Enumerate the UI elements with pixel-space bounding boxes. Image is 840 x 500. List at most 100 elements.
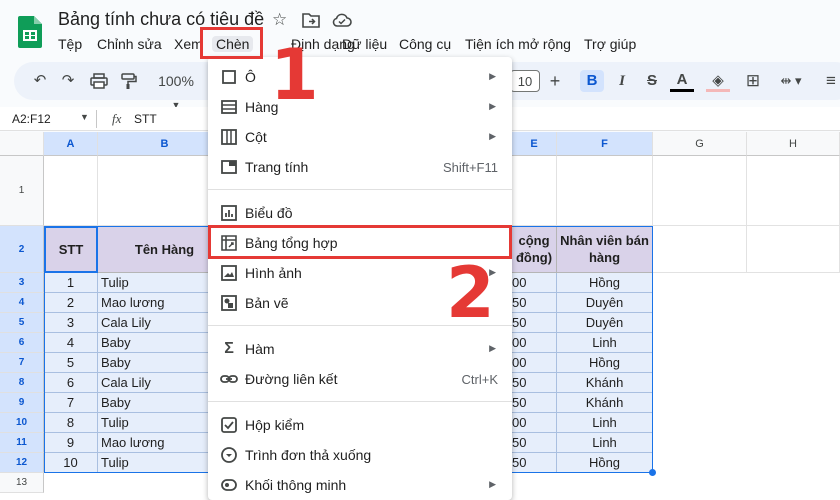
cell-nhan-vien[interactable]: Khánh <box>557 373 653 393</box>
font-size-increase-icon[interactable]: + <box>546 70 564 92</box>
menu-cong-cu[interactable]: Công cụ <box>399 36 451 52</box>
cell-a1[interactable] <box>44 156 98 226</box>
menu-item-trang-tinh[interactable]: Trang tính Shift+F11 <box>208 152 512 182</box>
header-tong-cong[interactable]: cộng đồng) <box>512 226 557 273</box>
cell-tong-cong[interactable]: 50 <box>512 293 557 313</box>
menu-item-duong-lien-ket[interactable]: Đường liên kết Ctrl+K <box>208 364 512 394</box>
cell-tong-cong[interactable]: 00 <box>512 353 557 373</box>
row-header-13[interactable]: 13 <box>0 473 44 493</box>
cell-g2[interactable] <box>653 226 747 273</box>
cell-tong-cong[interactable]: 50 <box>512 393 557 413</box>
row-header-10[interactable]: 10 <box>0 413 44 433</box>
column-header-e[interactable]: E <box>512 132 557 156</box>
cell-nhan-vien[interactable]: Hồng <box>557 453 653 473</box>
cell-tong-cong[interactable]: 00 <box>512 413 557 433</box>
cell-f1[interactable] <box>557 156 653 226</box>
cell-stt[interactable]: 9 <box>44 433 98 453</box>
row-header-4[interactable]: 4 <box>0 293 44 313</box>
cell-stt[interactable]: 8 <box>44 413 98 433</box>
star-icon[interactable]: ☆ <box>272 10 287 30</box>
italic-button[interactable]: I <box>612 70 632 92</box>
text-color-icon[interactable]: A <box>670 70 694 92</box>
row-header-7[interactable]: 7 <box>0 353 44 373</box>
cell-h2[interactable] <box>747 226 840 273</box>
print-icon[interactable] <box>90 73 108 89</box>
cell-g1[interactable] <box>653 156 747 226</box>
sheets-logo[interactable] <box>18 16 42 48</box>
corner-cell[interactable] <box>0 132 44 156</box>
column-header-a[interactable]: A <box>44 132 98 156</box>
borders-icon[interactable]: ⊞ <box>742 70 764 92</box>
name-box[interactable]: A2:F12 <box>12 112 51 126</box>
cell-nhan-vien[interactable]: Khánh <box>557 393 653 413</box>
cell-tong-cong[interactable]: 00 <box>512 273 557 293</box>
cell-stt[interactable]: 5 <box>44 353 98 373</box>
menu-item-hop-kiem[interactable]: Hộp kiểm <box>208 410 512 440</box>
strikethrough-icon[interactable]: S <box>640 70 664 92</box>
header-nhan-vien[interactable]: Nhân viên bán hàng <box>557 226 653 273</box>
row-header-3[interactable]: 3 <box>0 273 44 293</box>
cell-nhan-vien[interactable]: Duyên <box>557 293 653 313</box>
cell-tong-cong[interactable]: 50 <box>512 373 557 393</box>
cell-tong-cong[interactable]: 50 <box>512 433 557 453</box>
menu-item-cot[interactable]: Cột ▶ <box>208 122 512 152</box>
menu-du-lieu[interactable]: Dữ liệu <box>342 36 387 52</box>
submenu-arrow-icon: ▶ <box>489 479 496 489</box>
cell-stt[interactable]: 1 <box>44 273 98 293</box>
zoom-select[interactable]: 100% ▼ <box>152 70 200 110</box>
header-stt[interactable]: STT <box>44 226 98 273</box>
menu-item-trinh-don[interactable]: Trình đơn thả xuống <box>208 440 512 470</box>
cell-tong-cong[interactable]: 50 <box>512 313 557 333</box>
cell-stt[interactable]: 2 <box>44 293 98 313</box>
row-header-6[interactable]: 6 <box>0 333 44 353</box>
name-box-dropdown-icon[interactable]: ▼ <box>80 112 89 122</box>
paint-format-icon[interactable] <box>120 72 138 90</box>
row-header-5[interactable]: 5 <box>0 313 44 333</box>
column-header-f[interactable]: F <box>557 132 653 156</box>
cell-stt[interactable]: 7 <box>44 393 98 413</box>
menu-item-ham[interactable]: Σ Hàm ▶ <box>208 334 512 364</box>
cell-nhan-vien[interactable]: Linh <box>557 333 653 353</box>
row-header-11[interactable]: 11 <box>0 433 44 453</box>
cell-e1[interactable] <box>512 156 557 226</box>
fill-color-icon[interactable]: ◈ <box>706 70 730 92</box>
cell-stt[interactable]: 3 <box>44 313 98 333</box>
column-header-g[interactable]: G <box>653 132 747 156</box>
move-folder-icon[interactable] <box>302 12 320 28</box>
cell-stt[interactable]: 4 <box>44 333 98 353</box>
formula-content[interactable]: STT <box>134 112 157 126</box>
font-size-input[interactable]: 10 <box>510 70 540 92</box>
menu-tro-giup[interactable]: Trợ giúp <box>584 36 636 52</box>
menu-item-hang[interactable]: Hàng ▶ <box>208 92 512 122</box>
merge-cells-icon[interactable]: ⇹ ▾ <box>774 70 808 92</box>
menu-tep[interactable]: Tệp <box>58 36 82 52</box>
cell-nhan-vien[interactable]: Hồng <box>557 273 653 293</box>
cell-stt[interactable]: 10 <box>44 453 98 473</box>
cell-nhan-vien[interactable]: Duyên <box>557 313 653 333</box>
cell-nhan-vien[interactable]: Linh <box>557 433 653 453</box>
menu-item-khoi-thong-minh[interactable]: Khối thông minh ▶ <box>208 470 512 500</box>
row-header-12[interactable]: 12 <box>0 453 44 473</box>
menu-item-bieu-do[interactable]: Biểu đồ <box>208 198 512 228</box>
menu-tien-ich[interactable]: Tiện ích mở rộng <box>465 36 571 52</box>
cell-tong-cong[interactable]: 50 <box>512 453 557 473</box>
cloud-status-icon[interactable] <box>332 12 352 27</box>
row-header-9[interactable]: 9 <box>0 393 44 413</box>
menu-item-o[interactable]: Ô ▶ <box>208 62 512 92</box>
column-header-h[interactable]: H <box>747 132 840 156</box>
fill-handle[interactable] <box>649 469 656 476</box>
row-header-8[interactable]: 8 <box>0 373 44 393</box>
menu-xem[interactable]: Xem <box>174 36 203 52</box>
undo-icon[interactable]: ↶ <box>30 70 50 92</box>
bold-button[interactable]: B <box>580 70 604 92</box>
cell-stt[interactable]: 6 <box>44 373 98 393</box>
row-header-2[interactable]: 2 <box>0 226 44 273</box>
align-icon[interactable]: ≡ <box>820 70 840 92</box>
row-header-1[interactable]: 1 <box>0 156 44 226</box>
menu-chinh-sua[interactable]: Chỉnh sửa <box>97 36 162 52</box>
cell-nhan-vien[interactable]: Linh <box>557 413 653 433</box>
redo-icon[interactable]: ↷ <box>58 70 78 92</box>
cell-h1[interactable] <box>747 156 840 226</box>
cell-tong-cong[interactable]: 00 <box>512 333 557 353</box>
cell-nhan-vien[interactable]: Hồng <box>557 353 653 373</box>
